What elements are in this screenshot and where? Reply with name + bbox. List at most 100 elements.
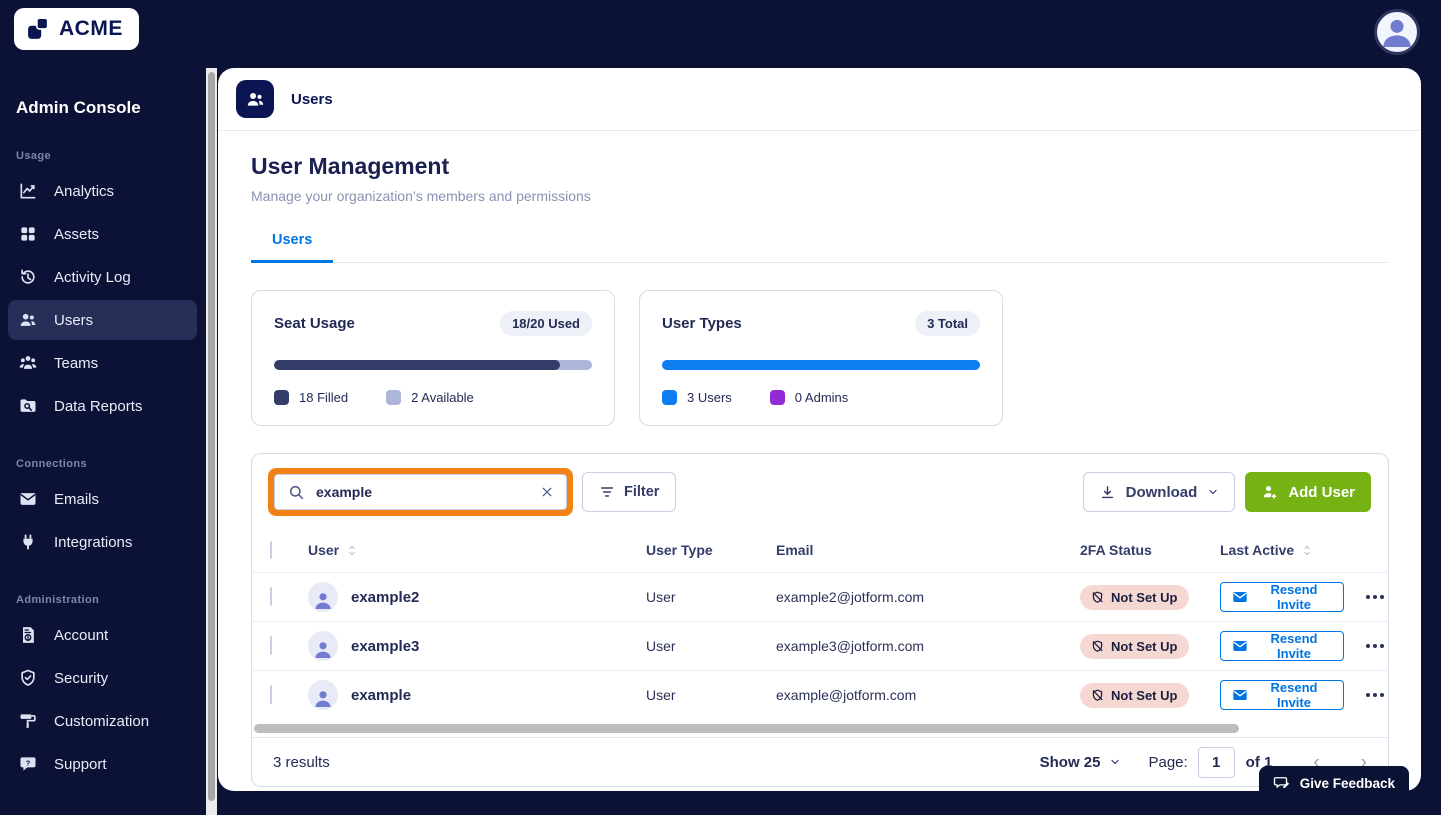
sidebar-item-label: Analytics [54,182,115,200]
resend-invite-button[interactable]: Resend Invite [1220,582,1344,612]
row-actions-menu-icon[interactable] [1362,591,1388,603]
envelope-icon [1232,687,1248,703]
shield-slash-icon [1090,590,1105,605]
user-type: User [646,687,676,703]
sidebar-item-label: Emails [54,490,100,508]
sidebar-item-customization[interactable]: Customization [8,701,197,741]
sidebar-item-security[interactable]: Security [8,658,197,698]
clear-search-icon[interactable] [540,485,554,499]
user-types-title: User Types [662,315,742,332]
page-subtitle: Manage your organization’s members and p… [251,188,591,204]
vertical-scrollbar-thumb[interactable] [208,72,215,801]
search-box[interactable] [274,474,567,510]
users-page-icon [236,80,274,118]
integrations-icon [17,532,39,552]
legend-filled-label: 18 Filled [299,390,349,405]
avatar [308,680,338,710]
acme-logo[interactable]: ACME [14,8,139,50]
table-footer: 3 results Show 25 Page: of 1 ‹ › [252,737,1388,786]
add-user-button[interactable]: Add User [1245,472,1371,512]
sidebar-section-label: Administration [16,594,100,606]
user-email: example2@jotform.com [776,589,925,605]
user-types-badge: 3 Total [915,311,980,336]
download-icon [1099,484,1116,501]
user-email: example3@jotform.com [776,638,925,654]
seat-usage-bar [274,360,592,370]
resend-invite-button[interactable]: Resend Invite [1220,680,1344,710]
select-all-checkbox[interactable] [270,541,272,559]
sort-icon[interactable] [1300,543,1314,558]
sort-icon[interactable] [345,543,359,558]
customization-icon [17,711,39,731]
table-toolbar: Filter Download [252,454,1388,528]
row-checkbox[interactable] [270,587,272,606]
sidebar-item-users[interactable]: Users [8,300,197,340]
sidebar-item-assets[interactable]: Assets [8,214,197,254]
avatar [308,582,338,612]
row-checkbox[interactable] [270,685,272,704]
horizontal-scrollbar[interactable] [254,724,1386,733]
sidebar-item-teams[interactable]: Teams [8,343,197,383]
user-name[interactable]: example [351,687,411,704]
sidebar-item-label: Users [54,311,94,329]
legend-filled: 18 Filled [274,390,348,405]
2fa-status-badge: Not Set Up [1080,584,1190,610]
svg-text:?: ? [26,758,31,767]
sidebar: Admin Console Usage Analytics Assets Activi… [0,68,205,815]
chevron-down-icon [1109,756,1121,768]
search-input[interactable] [316,484,530,500]
sidebar-item-support[interactable]: ? Support [8,744,197,784]
legend-filled-swatch [274,390,289,405]
sidebar-item-integrations[interactable]: Integrations [8,522,197,562]
user-name[interactable]: example2 [351,589,419,606]
row-actions-menu-icon[interactable] [1362,689,1388,701]
svg-text:$: $ [26,635,29,641]
table-header-row: User User Type Email 2FA Status Last Act… [252,528,1388,572]
row-checkbox[interactable] [270,636,272,655]
column-email: Email [776,542,814,558]
row-actions-menu-icon[interactable] [1362,640,1388,652]
legend-admins: 0 Admins [769,390,848,405]
vertical-scrollbar[interactable] [206,68,217,815]
envelope-icon [1232,638,1248,654]
legend-users: 3 Users [662,390,732,405]
sidebar-item-activity-log[interactable]: Activity Log [8,257,197,297]
add-user-icon [1261,483,1279,501]
filter-button[interactable]: Filter [582,472,677,512]
tab-users[interactable]: Users [251,232,334,263]
resend-invite-label: Resend Invite [1270,680,1318,710]
user-types-bar [662,360,980,370]
give-feedback-button[interactable]: Give Feedback [1258,766,1409,800]
column-last-active[interactable]: Last Active [1220,542,1294,558]
horizontal-scrollbar-thumb[interactable] [254,724,1239,733]
email-icon [17,489,39,509]
resend-invite-button[interactable]: Resend Invite [1220,631,1344,661]
stat-cards: Seat Usage 18/20 Used 18 Filled 2 Availa… [251,290,1389,426]
sidebar-title: Admin Console [16,98,141,117]
users-table: Filter Download [251,453,1389,787]
table-row: example3 User example3@jotform.com Not Set … [252,621,1388,670]
filter-label: Filter [624,484,660,500]
show-per-page-select[interactable]: Show 25 [1040,754,1122,771]
sidebar-item-label: Integrations [54,533,133,551]
sidebar-item-data-reports[interactable]: Data Reports [8,386,197,426]
filter-icon [599,484,615,500]
2fa-status-badge: Not Set Up [1080,682,1190,708]
sidebar-item-analytics[interactable]: Analytics [8,171,197,211]
sidebar-item-account[interactable]: $ Account [8,615,197,655]
users-icon [17,310,39,330]
page-title: User Management [251,153,450,179]
page-number-input[interactable] [1197,746,1235,778]
download-button[interactable]: Download [1082,472,1236,512]
teams-icon [17,353,39,373]
legend-available-label: 2 Available [411,390,474,405]
user-avatar[interactable] [1374,9,1420,55]
activity-log-icon [17,267,39,287]
column-user[interactable]: User [308,542,339,558]
sidebar-section-label: Connections [16,458,88,470]
resend-invite-label: Resend Invite [1270,631,1318,661]
sidebar-item-emails[interactable]: Emails [8,479,197,519]
security-icon [17,668,39,688]
tab-bar: Users [251,231,1389,263]
user-name[interactable]: example3 [351,638,419,655]
